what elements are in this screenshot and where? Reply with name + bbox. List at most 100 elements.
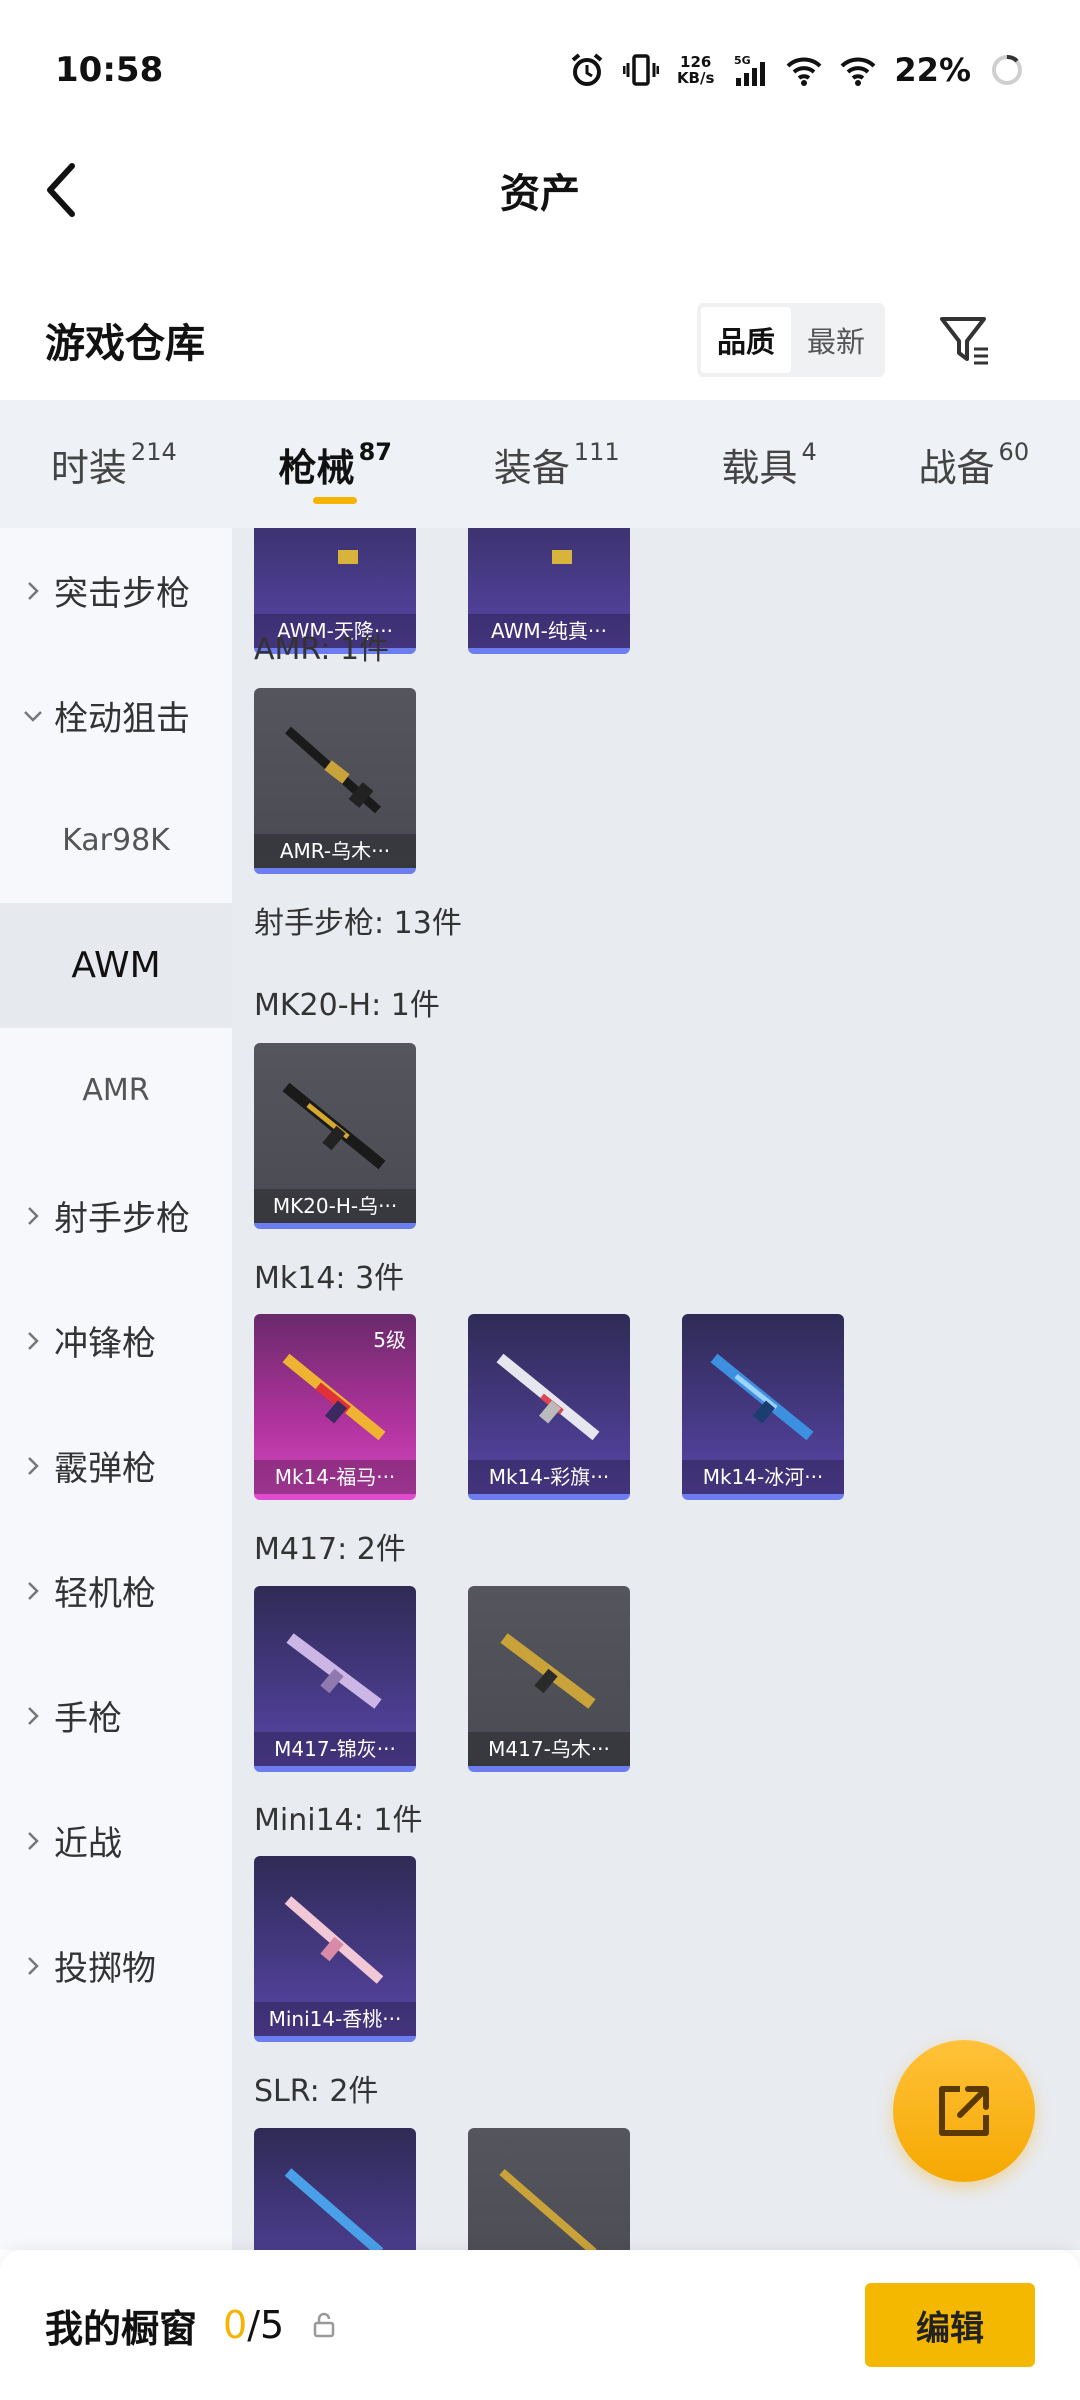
sidenav-item-lmg[interactable]: 轻机枪 — [0, 1528, 232, 1653]
warehouse-row: 游戏仓库 品质 最新 — [0, 290, 1080, 390]
group-label: 射手步枪: 13件 — [254, 906, 462, 941]
filter-button[interactable] — [935, 310, 995, 370]
wifi-icon — [787, 57, 822, 86]
weapon-list: AWM-天降··· AWM-纯真··· AMR: 1件 AMR-乌木··· 射手… — [232, 528, 1080, 2250]
sidenav-item-label: 射手步枪 — [54, 1199, 190, 1239]
weapon-card[interactable]: M417-乌木··· — [468, 1586, 630, 1772]
sidenav-item-label: AWM — [71, 945, 161, 986]
tab-vehicles[interactable]: 载具 4 — [711, 400, 826, 528]
sidenav-item-label: 投掷物 — [54, 1949, 156, 1989]
sidenav-item-shotgun[interactable]: 霰弹枪 — [0, 1403, 232, 1528]
group-label: Mk14: 3件 — [254, 1261, 405, 1296]
sidenav-item-label: 栓动狙击 — [54, 699, 190, 739]
sidenav-subitem-amr[interactable]: AMR — [0, 1028, 232, 1153]
chevron-right-icon — [18, 1455, 48, 1477]
gun-image-icon — [285, 726, 381, 814]
showcase-count: 0/5 — [223, 2303, 284, 2347]
tab-label: 战备 — [918, 445, 995, 490]
group-label: Mini14: 1件 — [254, 1803, 423, 1838]
tab-count: 214 — [130, 438, 177, 466]
sidenav-item-label: Kar98K — [62, 823, 170, 858]
gun-image-icon — [496, 1353, 600, 1441]
sidenav-item-smg[interactable]: 冲锋枪 — [0, 1278, 232, 1403]
weapon-card[interactable]: M417-锦灰··· — [254, 1586, 416, 1772]
group-label: MK20-H: 1件 — [254, 988, 440, 1023]
cellular-5g-icon: 5G — [734, 54, 766, 86]
share-fab-button[interactable] — [893, 2040, 1035, 2182]
sidenav-subitem-kar98k[interactable]: Kar98K — [0, 778, 232, 903]
tab-equipment[interactable]: 装备 111 — [484, 400, 630, 528]
weapon-card-name: M417-乌木··· — [468, 1732, 630, 1766]
chevron-left-icon — [47, 163, 75, 217]
sidenav-subitem-awm[interactable]: AWM — [0, 903, 232, 1028]
tab-label: 枪械 — [278, 445, 355, 490]
chevron-right-icon — [18, 1830, 48, 1852]
weapon-card-name: MK20-H-乌··· — [254, 1189, 416, 1223]
page-title: 资产 — [500, 171, 580, 217]
tab-count: 87 — [358, 438, 392, 466]
tab-fashion[interactable]: 时装 214 — [41, 400, 187, 528]
sort-quality-button[interactable]: 品质 — [700, 307, 791, 373]
weapon-card[interactable]: 5级 Mk14-福马··· — [254, 1314, 416, 1500]
gun-image-icon — [282, 1082, 386, 1170]
tab-firearms[interactable]: 枪械 87 — [269, 400, 402, 528]
edit-button[interactable]: 编辑 — [865, 2283, 1035, 2367]
weapon-sidenav: 突击步枪 栓动狙击 Kar98K AWM AMR 射手步枪 冲锋枪 霰弹枪 轻机… — [0, 528, 232, 2250]
weapon-card[interactable]: MK20-H-乌··· — [254, 1043, 416, 1229]
sidenav-item-label: 冲锋枪 — [54, 1324, 156, 1364]
weapon-card[interactable] — [254, 2128, 416, 2250]
sidenav-item-marksman-rifle[interactable]: 射手步枪 — [0, 1153, 232, 1278]
gun-image-icon — [710, 1353, 814, 1441]
status-icons: 126 KB/s 5G 22% — [569, 51, 1025, 89]
sidenav-item-pistol[interactable]: 手枪 — [0, 1653, 232, 1778]
battery-percent: 22% — [894, 51, 971, 89]
weapon-card[interactable] — [468, 2128, 630, 2250]
weapon-card[interactable]: AWM-纯真··· — [468, 528, 630, 654]
chevron-right-icon — [18, 1955, 48, 1977]
sidenav-item-label: AMR — [82, 1073, 150, 1108]
net-speed: 126 KB/s — [677, 54, 714, 86]
tab-label: 时装 — [50, 445, 127, 490]
warehouse-title: 游戏仓库 — [45, 321, 205, 367]
header: 资产 — [0, 140, 1080, 240]
sidenav-item-assault-rifle[interactable]: 突击步枪 — [0, 528, 232, 653]
vibrate-icon — [622, 54, 659, 86]
gun-image-icon — [499, 2168, 597, 2250]
sidenav-item-label: 霰弹枪 — [54, 1449, 156, 1489]
gun-image-icon — [552, 550, 572, 564]
wifi-icon-2 — [841, 57, 876, 86]
showcase-label: 我的橱窗 — [45, 2306, 198, 2351]
weapon-card[interactable]: Mk14-冰河··· — [682, 1314, 844, 1500]
tab-supplies[interactable]: 战备 60 — [909, 400, 1040, 528]
sidenav-item-throwable[interactable]: 投掷物 — [0, 1903, 232, 2028]
group-label: AMR: 1件 — [254, 632, 390, 667]
weapon-card-name: Mk14-彩旗··· — [468, 1460, 630, 1494]
gun-image-icon — [284, 2168, 384, 2250]
tab-label: 装备 — [493, 445, 570, 490]
weapon-card-name: AWM-纯真··· — [468, 614, 630, 648]
filter-icon — [940, 317, 988, 365]
sidenav-item-label: 近战 — [54, 1824, 122, 1864]
group-label: M417: 2件 — [254, 1532, 406, 1567]
weapon-card[interactable]: Mk14-彩旗··· — [468, 1314, 630, 1500]
chevron-right-icon — [18, 1580, 48, 1602]
back-button[interactable] — [30, 160, 90, 220]
weapon-card-name: Mini14-香桃··· — [254, 2002, 416, 2036]
status-time: 10:58 — [55, 50, 164, 90]
sidenav-item-bolt-sniper[interactable]: 栓动狙击 — [0, 653, 232, 778]
sidenav-item-label: 突击步枪 — [54, 574, 190, 614]
chevron-right-icon — [18, 1330, 48, 1352]
showcase-count-total: /5 — [247, 2303, 285, 2347]
weapon-card[interactable]: Mini14-香桃··· — [254, 1856, 416, 2042]
gun-image-icon — [500, 1633, 596, 1709]
sort-newest-button[interactable]: 最新 — [791, 307, 881, 373]
tab-count: 4 — [801, 438, 817, 466]
showcase-bar: 我的橱窗 0/5 编辑 — [0, 2250, 1080, 2400]
weapon-card[interactable]: AMR-乌木··· — [254, 688, 416, 874]
sidenav-item-melee[interactable]: 近战 — [0, 1778, 232, 1903]
gun-image-icon — [284, 1896, 384, 1984]
battery-ring-icon — [992, 55, 1022, 85]
net-speed-unit: KB/s — [676, 69, 715, 87]
chevron-down-icon — [18, 709, 48, 723]
svg-text:5G: 5G — [734, 54, 751, 67]
